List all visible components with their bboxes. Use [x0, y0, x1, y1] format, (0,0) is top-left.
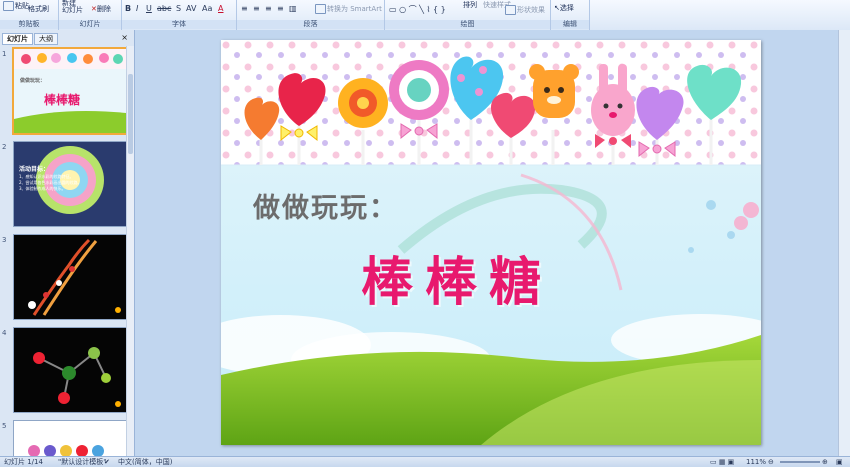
- current-slide[interactable]: 做做玩玩： 棒棒糖: [221, 40, 761, 445]
- thumbnail-1-title: 棒棒糖: [44, 93, 81, 107]
- font-group-label: 字体: [122, 20, 236, 29]
- slide-editing-area: 做做玩玩： 棒棒糖: [135, 30, 839, 457]
- language-label: 中文(简体，中国): [118, 458, 173, 466]
- slide-thumbnail-4[interactable]: [13, 327, 127, 413]
- font-color-button[interactable]: A: [218, 4, 223, 13]
- thumbnail-number: 3: [2, 236, 7, 244]
- stage-scrollbar[interactable]: [838, 30, 850, 457]
- thumbnail-3-art: [14, 235, 126, 319]
- new-slide-button[interactable]: 新建 幻灯片: [62, 0, 83, 14]
- arrange-button[interactable]: 排列: [463, 0, 477, 10]
- drawing-group-label: 绘图: [385, 20, 550, 29]
- slides-group: 新建 幻灯片 ✕删除 幻灯片: [59, 0, 122, 30]
- thumbnail-2-lines: 1、感知认识水彩的纹路特征。 2、尝试用各色水彩画出圆的纹路。 3、体验制作成人…: [19, 174, 82, 191]
- columns-icon[interactable]: ▥: [289, 4, 297, 13]
- drawing-group: ▭ ○ ⌒ ╲ ⌇ { } 排列 快速样式 形状效果 绘图: [385, 0, 551, 30]
- slides-group-label: 幻灯片: [59, 20, 121, 29]
- change-case-button[interactable]: Aa: [202, 4, 212, 13]
- tab-slides[interactable]: 幻灯片: [2, 33, 33, 45]
- convert-smartart-button[interactable]: 转换为 SmartArt: [315, 4, 382, 14]
- thumbnail-2-heading: 活动目标：: [19, 166, 50, 173]
- slide-title[interactable]: 棒棒糖: [361, 240, 553, 315]
- zoom-level[interactable]: 111%: [746, 457, 766, 467]
- shapes-gallery[interactable]: ▭ ○ ⌒ ╲ ⌇ { }: [389, 4, 446, 15]
- panel-tabs: 幻灯片 大纲 ×: [2, 33, 132, 45]
- ribbon: 粘贴 格式刷 剪贴板 新建 幻灯片 ✕删除 幻灯片 B I U abc S AV…: [0, 0, 850, 31]
- justify-icon[interactable]: ≡: [277, 4, 284, 13]
- font-group: B I U abc S AV Aa A 字体: [122, 0, 237, 30]
- editing-group-label: 编辑: [551, 20, 589, 29]
- shape-effects-icon: [505, 5, 516, 15]
- slide-thumbnail-5[interactable]: [13, 420, 127, 458]
- panel-scrollbar[interactable]: [126, 46, 134, 456]
- status-bar: 幻灯片 1/14 "默认设计模板" ✔ 中文(简体，中国) ▭ ▦ ▣ 111%…: [0, 456, 850, 467]
- format-painter-button[interactable]: 格式刷: [28, 4, 49, 14]
- clipboard-group: 粘贴 格式刷 剪贴板: [0, 0, 59, 30]
- theme-name-label: "默认设计模板": [58, 458, 107, 466]
- underline-button[interactable]: U: [146, 4, 152, 13]
- panel-scrollbar-thumb[interactable]: [128, 74, 133, 154]
- italic-button[interactable]: I: [136, 4, 138, 13]
- tab-outline[interactable]: 大纲: [34, 33, 58, 45]
- slide-thumbnail-2[interactable]: 活动目标： 1、感知认识水彩的纹路特征。 2、尝试用各色水彩画出圆的纹路。 3、…: [13, 141, 127, 227]
- thumbnail-5-art: [14, 421, 126, 457]
- bold-button[interactable]: B: [125, 4, 131, 13]
- smartart-icon: [315, 4, 326, 14]
- paragraph-group: ≡ ≡ ≡ ≡ ▥ 转换为 SmartArt 段落: [237, 0, 385, 30]
- zoom-slider[interactable]: [780, 461, 820, 463]
- thumbnail-number: 5: [2, 422, 7, 430]
- zoom-out-button[interactable]: ⊖: [768, 457, 774, 467]
- spell-check-icon[interactable]: ✔: [104, 457, 110, 467]
- view-buttons[interactable]: ▭ ▦ ▣: [710, 457, 734, 467]
- align-left-icon[interactable]: ≡: [241, 4, 248, 13]
- thumbnail-4-art: [14, 328, 126, 412]
- thumbnail-number: 4: [2, 329, 7, 337]
- delete-slide-button[interactable]: ✕删除: [91, 4, 111, 14]
- fit-to-window-button[interactable]: ▣: [836, 457, 843, 467]
- slide-subtitle[interactable]: 做做玩玩：: [253, 186, 398, 225]
- clipboard-group-label: 剪贴板: [0, 20, 58, 29]
- slide-count-label: 幻灯片 1/14: [4, 458, 43, 466]
- shape-effects-button[interactable]: 形状效果: [505, 5, 545, 15]
- shadow-button[interactable]: S: [176, 4, 181, 13]
- paragraph-group-label: 段落: [237, 20, 384, 29]
- zoom-in-button[interactable]: ⊕: [822, 457, 828, 467]
- paste-button[interactable]: 粘贴: [3, 1, 29, 11]
- align-right-icon[interactable]: ≡: [265, 4, 272, 13]
- paste-icon: [3, 1, 14, 11]
- select-button[interactable]: ↖选择: [554, 3, 574, 13]
- strikethrough-button[interactable]: abc: [157, 4, 171, 13]
- thumbnail-number: 2: [2, 143, 7, 151]
- editing-group: ↖选择 编辑: [551, 0, 590, 30]
- close-panel-icon[interactable]: ×: [121, 33, 128, 42]
- slide-thumbnail-3[interactable]: [13, 234, 127, 320]
- align-center-icon[interactable]: ≡: [253, 4, 260, 13]
- thumbnail-1-subtitle: 做做玩玩：: [20, 78, 46, 84]
- thumbnail-number: 1: [2, 50, 7, 58]
- char-spacing-button[interactable]: AV: [186, 4, 196, 13]
- slide-thumbnail-1[interactable]: 做做玩玩： 棒棒糖: [12, 47, 128, 135]
- slides-panel: 幻灯片 大纲 × 1 做做玩玩： 棒棒糖 2 活动目标： 1、感知认识水彩的纹路特…: [0, 30, 135, 458]
